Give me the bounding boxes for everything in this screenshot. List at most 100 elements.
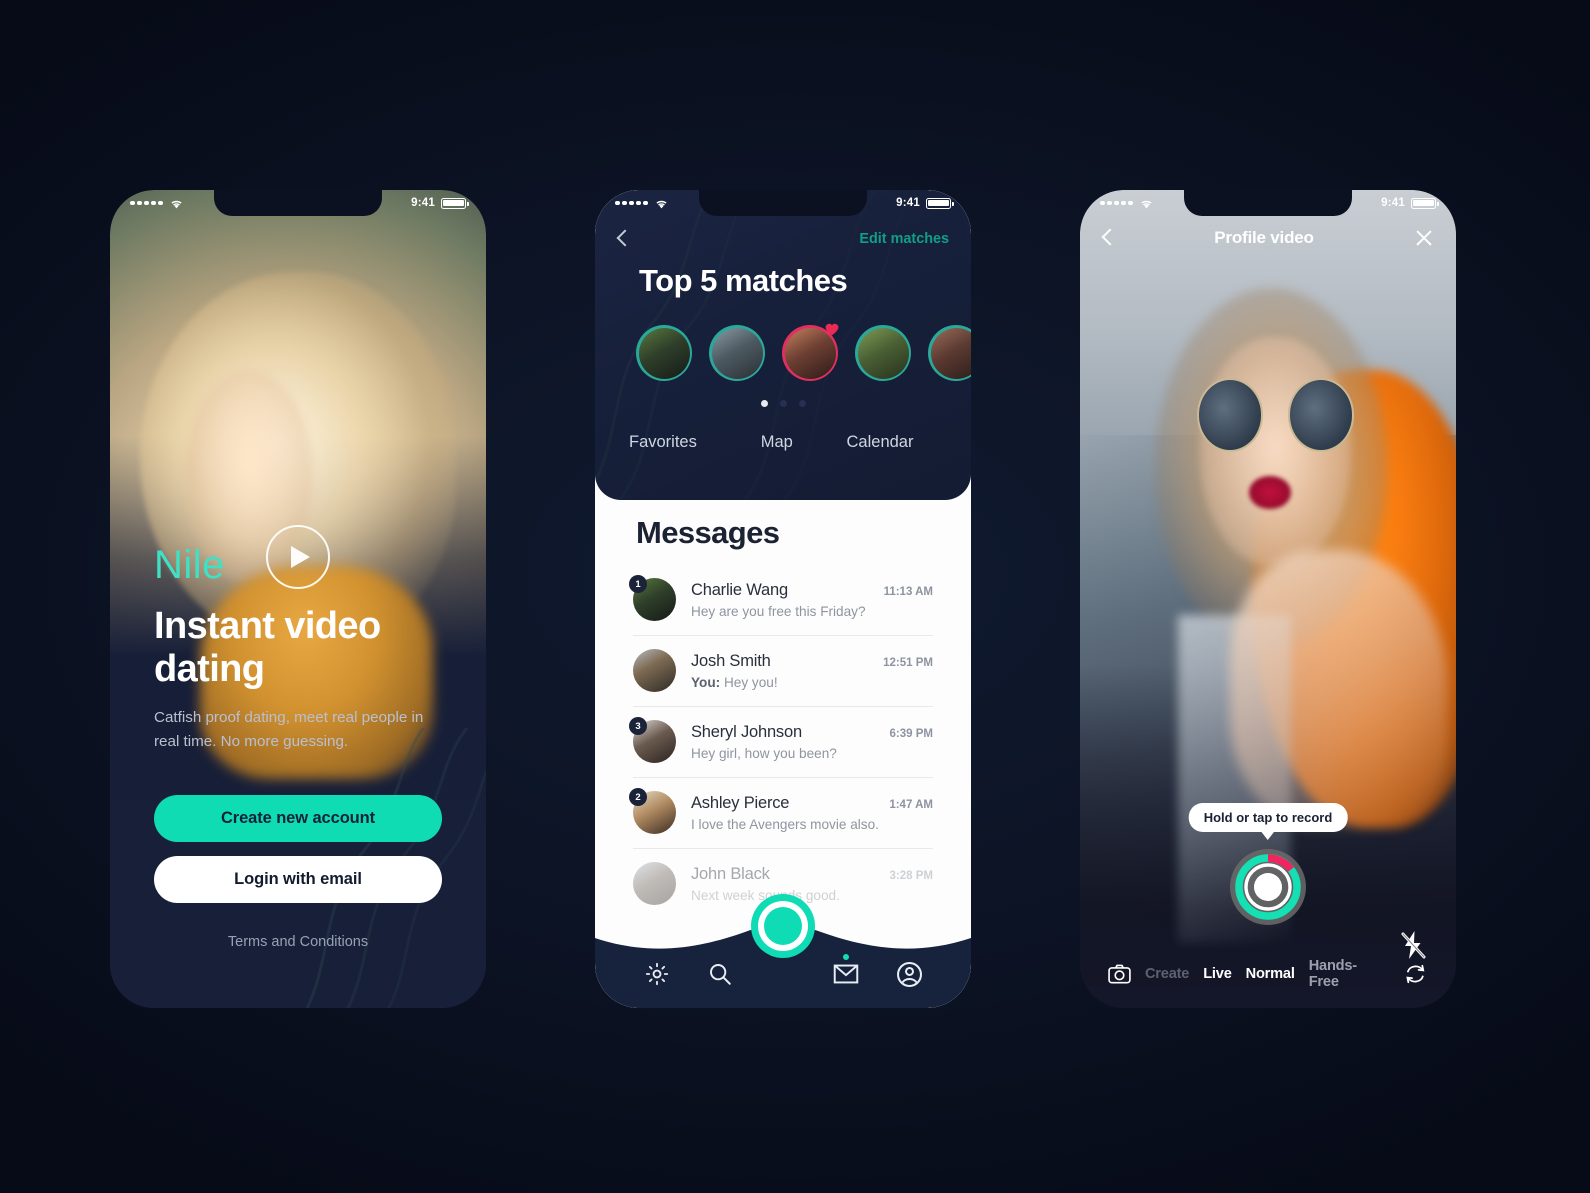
table-row[interactable]: Josh Smith 12:51 PM You: Hey you! bbox=[633, 636, 933, 707]
avatar: 2 bbox=[629, 788, 676, 834]
table-row[interactable]: 3 Sheryl Johnson 6:39 PM Hey girl, how y… bbox=[629, 707, 933, 778]
battery-full-icon bbox=[441, 197, 469, 209]
page-title: Top 5 matches bbox=[639, 263, 848, 298]
status-badge: 3 bbox=[629, 717, 647, 735]
tab-calendar[interactable]: Calendar bbox=[823, 433, 937, 452]
matches-panel: Edit matches Top 5 matches Favorites Map… bbox=[595, 190, 971, 500]
timestamp: 1:47 AM bbox=[889, 798, 933, 811]
page-title: Instant video dating bbox=[154, 605, 381, 690]
terms-link[interactable]: Terms and Conditions bbox=[154, 934, 442, 950]
nav-messages[interactable] bbox=[815, 954, 878, 987]
contact-name: Charlie Wang bbox=[691, 580, 788, 599]
login-email-button[interactable]: Login with email bbox=[154, 856, 442, 904]
pager-dot[interactable] bbox=[798, 400, 806, 407]
envelope-icon bbox=[833, 964, 859, 984]
carousel-pager[interactable] bbox=[595, 400, 971, 407]
status-bar: 9:41 bbox=[110, 190, 486, 216]
preview-lips bbox=[1249, 476, 1291, 510]
timestamp: 3:28 PM bbox=[889, 869, 933, 882]
mode-hands-free[interactable]: Hands-Free bbox=[1309, 958, 1376, 990]
record-hint-tooltip: Hold or tap to record bbox=[1188, 803, 1348, 840]
wifi-icon bbox=[1140, 200, 1152, 208]
edit-matches-link[interactable]: Edit matches bbox=[859, 231, 949, 247]
record-icon[interactable] bbox=[751, 894, 815, 958]
nav-profile[interactable] bbox=[878, 961, 941, 988]
gear-icon bbox=[645, 962, 668, 986]
table-row[interactable]: 1 Charlie Wang 11:13 AM Hey are you free… bbox=[629, 565, 933, 636]
matches-carousel[interactable] bbox=[636, 323, 971, 381]
match-avatar[interactable] bbox=[709, 325, 765, 381]
timestamp: 6:39 PM bbox=[889, 727, 933, 740]
camera-icon[interactable] bbox=[1108, 962, 1131, 986]
favorite-heart-icon bbox=[825, 323, 839, 336]
message-preview: Next week sounds good. bbox=[691, 887, 840, 903]
close-icon[interactable] bbox=[1414, 228, 1434, 248]
tab-map[interactable]: Map bbox=[731, 433, 823, 452]
page-title: Profile video bbox=[1214, 228, 1314, 247]
match-avatar[interactable] bbox=[782, 323, 839, 381]
nav-settings[interactable] bbox=[625, 961, 688, 987]
camera-flip-icon[interactable] bbox=[1403, 961, 1428, 987]
signal-dots-icon bbox=[1100, 200, 1133, 206]
mode-normal[interactable]: Normal bbox=[1246, 966, 1295, 982]
wifi-icon bbox=[170, 200, 182, 208]
page-subtitle: Catfish proof dating, meet real people i… bbox=[154, 709, 424, 750]
message-preview: Hey girl, how you been? bbox=[691, 745, 837, 761]
app-brand: Nile bbox=[154, 543, 225, 587]
status-time: 9:41 bbox=[1381, 197, 1405, 209]
tab-favorites[interactable]: Favorites bbox=[629, 433, 731, 452]
battery-full-icon bbox=[1411, 197, 1439, 209]
contact-name: Sheryl Johnson bbox=[691, 722, 802, 741]
timestamp: 11:13 AM bbox=[883, 585, 933, 598]
timestamp: 12:51 PM bbox=[883, 656, 933, 669]
status-bar: 9:41 bbox=[595, 190, 971, 216]
search-icon bbox=[709, 964, 731, 985]
status-badge: 1 bbox=[629, 575, 647, 593]
message-preview: You: Hey you! bbox=[691, 674, 778, 690]
avatar bbox=[633, 649, 676, 692]
record-ring-icon[interactable] bbox=[1229, 848, 1307, 926]
preview-arm bbox=[1230, 549, 1449, 829]
camera-mode-bar[interactable]: Create Live Normal Hands-Free bbox=[1080, 958, 1456, 990]
signal-dots-icon bbox=[130, 200, 163, 206]
phone-onboarding: 9:41 Nile Instant video dating Catfish p… bbox=[110, 190, 486, 1008]
status-time: 9:41 bbox=[896, 197, 920, 209]
pager-dot[interactable] bbox=[779, 400, 787, 407]
status-badge: 2 bbox=[629, 788, 647, 806]
message-preview: I love the Avengers movie also. bbox=[691, 816, 879, 832]
messages-heading: Messages bbox=[636, 515, 780, 550]
contact-name: Josh Smith bbox=[691, 651, 771, 670]
battery-full-icon bbox=[926, 197, 954, 209]
mode-live[interactable]: Live bbox=[1203, 966, 1232, 982]
avatar bbox=[633, 862, 676, 905]
match-avatar[interactable] bbox=[636, 325, 692, 381]
flash-off-icon bbox=[1401, 931, 1426, 959]
status-bar: 9:41 bbox=[1080, 190, 1456, 216]
match-avatar[interactable] bbox=[928, 325, 971, 381]
preview-sunglasses bbox=[1196, 378, 1355, 452]
mode-create[interactable]: Create bbox=[1145, 966, 1189, 982]
create-account-button[interactable]: Create new account bbox=[154, 795, 442, 843]
top-nav: Profile video bbox=[1080, 222, 1456, 254]
section-tabs[interactable]: Favorites Map Calendar bbox=[595, 433, 971, 452]
match-avatar[interactable] bbox=[855, 325, 911, 381]
nav-search[interactable] bbox=[688, 961, 751, 987]
phone-profile-video: Profile video Hold or tap to record Crea… bbox=[1080, 190, 1456, 1008]
profile-icon bbox=[896, 961, 922, 987]
messages-list: 1 Charlie Wang 11:13 AM Hey are you free… bbox=[629, 565, 933, 919]
contact-name: John Black bbox=[691, 864, 770, 883]
message-preview: Hey are you free this Friday? bbox=[691, 603, 866, 619]
avatar: 3 bbox=[629, 717, 676, 763]
wifi-icon bbox=[655, 200, 667, 208]
message-prefix: You: bbox=[691, 674, 721, 690]
chevron-left-icon[interactable] bbox=[1102, 228, 1114, 248]
avatar: 1 bbox=[629, 575, 676, 621]
table-row[interactable]: 2 Ashley Pierce 1:47 AM I love the Aveng… bbox=[629, 778, 933, 849]
chevron-left-icon[interactable] bbox=[617, 229, 629, 249]
pager-dot[interactable] bbox=[760, 400, 768, 407]
status-time: 9:41 bbox=[411, 197, 435, 209]
unread-dot-badge bbox=[843, 954, 850, 960]
phone-matches-messages: Edit matches Top 5 matches Favorites Map… bbox=[595, 190, 971, 1008]
preview-face bbox=[1200, 337, 1351, 567]
signal-dots-icon bbox=[615, 200, 648, 206]
